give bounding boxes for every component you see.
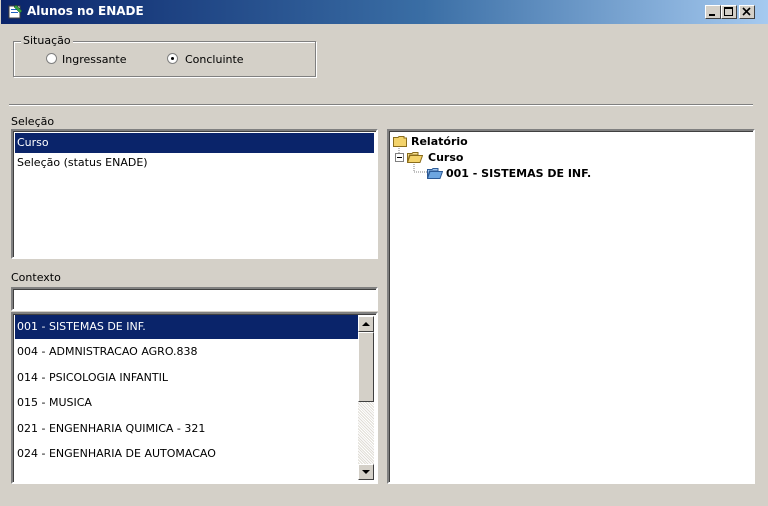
- contexto-item[interactable]: 021 - ENGENHARIA QUIMICA - 321: [15, 417, 358, 441]
- contexto-item[interactable]: 015 - MUSICA: [15, 391, 358, 415]
- arrow-up-icon: [362, 322, 370, 326]
- selecao-item-status-enade[interactable]: Seleção (status ENADE): [15, 153, 374, 173]
- contexto-scrollbar[interactable]: [358, 316, 374, 480]
- selecao-list[interactable]: Curso Seleção (status ENADE): [11, 129, 378, 259]
- collapse-icon[interactable]: [395, 153, 404, 162]
- close-icon: [742, 7, 751, 16]
- separator: [9, 104, 753, 106]
- maximize-icon: [724, 7, 733, 16]
- maximize-button[interactable]: [721, 5, 737, 19]
- arrow-down-icon: [362, 470, 370, 474]
- contexto-item[interactable]: 004 - ADMNISTRACAO AGRO.838: [15, 340, 358, 364]
- app-icon: [8, 4, 23, 19]
- tree-curso-label[interactable]: Curso: [428, 151, 463, 164]
- tree-root-label[interactable]: Relatório: [411, 135, 468, 148]
- radio-concluinte[interactable]: [167, 53, 178, 64]
- selecao-item-curso[interactable]: Curso: [15, 133, 374, 153]
- contexto-filter-input[interactable]: [11, 287, 378, 311]
- close-button[interactable]: [739, 5, 755, 19]
- contexto-item[interactable]: 024 - ENGENHARIA DE AUTOMACAO: [15, 442, 358, 466]
- minimize-button[interactable]: [705, 5, 721, 19]
- window-title: Alunos no ENADE: [27, 4, 144, 18]
- selecao-label: Seleção: [11, 115, 55, 128]
- title-bar[interactable]: Alunos no ENADE: [1, 0, 768, 24]
- radio-concluinte-label[interactable]: Concluinte: [185, 53, 244, 66]
- contexto-label: Contexto: [11, 271, 61, 284]
- relatorio-tree[interactable]: Relatório Curso 001 - SISTEMAS DE INF.: [387, 129, 755, 484]
- open-folder-icon: [407, 152, 423, 163]
- folder-icon: [393, 136, 407, 147]
- main-window: Alunos no ENADE Situação Ingressante Con…: [0, 0, 768, 506]
- contexto-list[interactable]: 001 - SISTEMAS DE INF. 004 - ADMNISTRACA…: [11, 312, 378, 484]
- scroll-down-button[interactable]: [358, 464, 374, 480]
- radio-ingressante[interactable]: [46, 53, 57, 64]
- contexto-item[interactable]: 014 - PSICOLOGIA INFANTIL: [15, 366, 358, 390]
- situacao-legend: Situação: [21, 34, 73, 47]
- radio-ingressante-label[interactable]: Ingressante: [62, 53, 127, 66]
- tree-curso-item-label[interactable]: 001 - SISTEMAS DE INF.: [446, 167, 591, 180]
- scroll-thumb[interactable]: [358, 332, 374, 402]
- open-folder-icon: [427, 168, 443, 179]
- scroll-up-button[interactable]: [358, 316, 374, 332]
- contexto-item[interactable]: 001 - SISTEMAS DE INF.: [15, 315, 358, 339]
- minimize-icon: [709, 14, 715, 16]
